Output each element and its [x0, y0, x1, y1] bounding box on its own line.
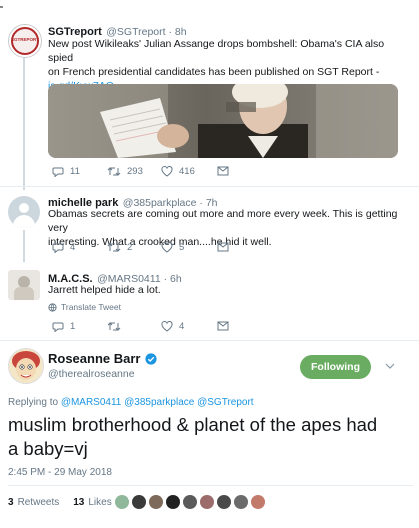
divider: [0, 186, 419, 187]
following-button[interactable]: Following: [300, 355, 371, 379]
like-button[interactable]: 416: [161, 166, 195, 177]
tweet-image[interactable]: [48, 84, 398, 158]
retweet-button[interactable]: 293: [107, 166, 143, 177]
envelope-icon: [217, 242, 229, 252]
translate-tweet-label: Translate Tweet: [61, 302, 122, 312]
main-handle[interactable]: @therealroseanne: [48, 368, 135, 380]
dm-button[interactable]: [217, 242, 229, 252]
avatar-roseanne[interactable]: [8, 348, 44, 384]
reply-button[interactable]: 1: [52, 321, 75, 332]
caricature-image: [12, 351, 40, 380]
like-count: 4: [179, 321, 185, 332]
tweet-text-line: on French presidential candidates has be…: [48, 66, 380, 78]
reply-icon: [52, 243, 64, 253]
retweets-count[interactable]: 3: [8, 497, 14, 508]
reply-icon: [52, 167, 64, 177]
heart-icon: [161, 166, 173, 177]
edge-mark: [0, 6, 3, 8]
retweets-label[interactable]: Retweets: [18, 497, 60, 508]
reply-count: 11: [70, 166, 80, 177]
liker-avatar[interactable]: [251, 495, 265, 509]
main-tweet-text-line: a baby=vj: [8, 438, 88, 459]
main-author-name[interactable]: Roseanne Barr: [48, 351, 140, 366]
avatar-macs[interactable]: [8, 270, 40, 300]
retweet-button[interactable]: [107, 321, 121, 332]
liker-avatar[interactable]: [217, 495, 231, 509]
tweet-text-line: Obamas secrets are coming out more and m…: [48, 208, 398, 234]
thread-line: [23, 58, 25, 190]
liker-avatars: [115, 495, 265, 509]
like-button[interactable]: 4: [161, 321, 184, 332]
heart-icon: [161, 242, 173, 253]
like-count: 5: [179, 242, 185, 253]
reply-button[interactable]: 4: [52, 242, 75, 253]
likes-label[interactable]: Likes: [88, 497, 111, 508]
liker-avatar[interactable]: [166, 495, 180, 509]
tweet-text-line: interesting. What a crooked man....he hi…: [48, 236, 272, 248]
liker-avatar[interactable]: [132, 495, 146, 509]
like-count: 416: [179, 166, 195, 177]
thread-line: [23, 230, 25, 262]
liker-avatar[interactable]: [149, 495, 163, 509]
globe-icon: [48, 302, 57, 312]
tweet-text: Jarrett helped hide a lot.: [48, 284, 161, 296]
retweet-icon: [107, 243, 121, 252]
retweet-button[interactable]: 2: [107, 242, 132, 253]
dm-button[interactable]: [217, 321, 229, 331]
main-tweet-text-line: muslim brotherhood & planet of the apes …: [8, 414, 378, 435]
retweet-count: 293: [127, 166, 143, 177]
main-timestamp[interactable]: 2:45 PM - 29 May 2018: [8, 467, 112, 478]
envelope-icon: [217, 166, 229, 176]
heart-icon: [161, 321, 173, 332]
divider: [8, 485, 413, 486]
retweet-icon: [107, 167, 121, 176]
like-button[interactable]: 5: [161, 242, 184, 253]
verified-badge-icon: [145, 352, 158, 365]
avatar-logo-text: SGTREPORT: [11, 37, 40, 42]
dm-button[interactable]: [217, 166, 229, 176]
tweet-text-line: New post Wikileaks' Julian Assange drops…: [48, 38, 385, 64]
replying-to-links[interactable]: @MARS0411 @385parkplace @SGTreport: [61, 397, 254, 408]
following-label: Following: [311, 361, 360, 373]
liker-avatar[interactable]: [234, 495, 248, 509]
more-options-icon[interactable]: [384, 360, 396, 372]
envelope-icon: [217, 321, 229, 331]
liker-avatar[interactable]: [183, 495, 197, 509]
retweet-count: 2: [127, 242, 133, 253]
retweet-icon: [107, 322, 121, 331]
translate-tweet-link[interactable]: Translate Tweet: [48, 302, 121, 312]
reply-count: 1: [70, 321, 76, 332]
avatar-michelle-park[interactable]: [8, 196, 40, 228]
reply-count: 4: [70, 242, 76, 253]
assange-photo: [48, 84, 398, 158]
reply-icon: [52, 322, 64, 332]
liker-avatar[interactable]: [200, 495, 214, 509]
divider: [0, 340, 419, 341]
replying-prefix: Replying to: [8, 397, 59, 408]
reply-button[interactable]: 11: [52, 166, 80, 177]
liker-avatar[interactable]: [115, 495, 129, 509]
avatar-sgtreport[interactable]: SGTREPORT: [8, 24, 42, 58]
likes-count[interactable]: 13: [73, 497, 84, 508]
